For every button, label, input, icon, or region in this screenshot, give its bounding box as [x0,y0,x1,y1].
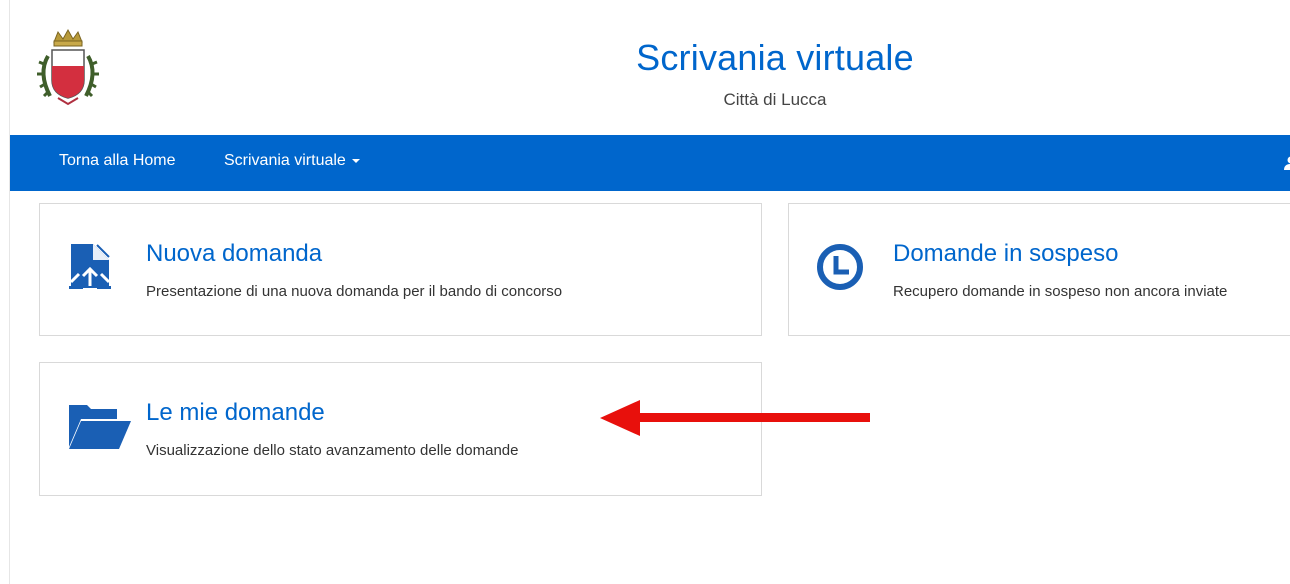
user-icon[interactable] [1284,156,1290,170]
card-description: Presentazione di una nuova domanda per i… [146,283,563,300]
folder-open-icon [69,399,131,455]
page-title: Scrivania virtuale [636,37,914,78]
nav-home-link[interactable]: Torna alla Home [59,152,176,170]
card-description: Recupero domande in sospeso non ancora i… [893,283,1228,300]
card-title[interactable]: Le mie domande [146,399,325,427]
main-navbar: Torna alla Home Scrivania virtuale [10,135,1290,191]
card-nuova-domanda[interactable]: Nuova domanda Presentazione di una nuova… [39,203,762,336]
nav-scrivania-label: Scrivania virtuale [224,152,346,169]
card-title[interactable]: Nuova domanda [146,240,322,268]
card-domande-in-sospeso[interactable]: Domande in sospeso Recupero domande in s… [788,203,1290,336]
caret-down-icon [351,158,360,163]
document-upload-icon [69,240,119,296]
clock-icon [815,242,865,298]
page-subtitle: Città di Lucca [723,90,827,109]
card-description: Visualizzazione dello stato avanzamento … [146,442,519,459]
arrow-left-icon [600,398,872,438]
site-header: Scrivania virtuale Città di Lucca [0,36,1290,110]
nav-scrivania-dropdown[interactable]: Scrivania virtuale [224,152,360,170]
card-title[interactable]: Domande in sospeso [893,240,1118,268]
